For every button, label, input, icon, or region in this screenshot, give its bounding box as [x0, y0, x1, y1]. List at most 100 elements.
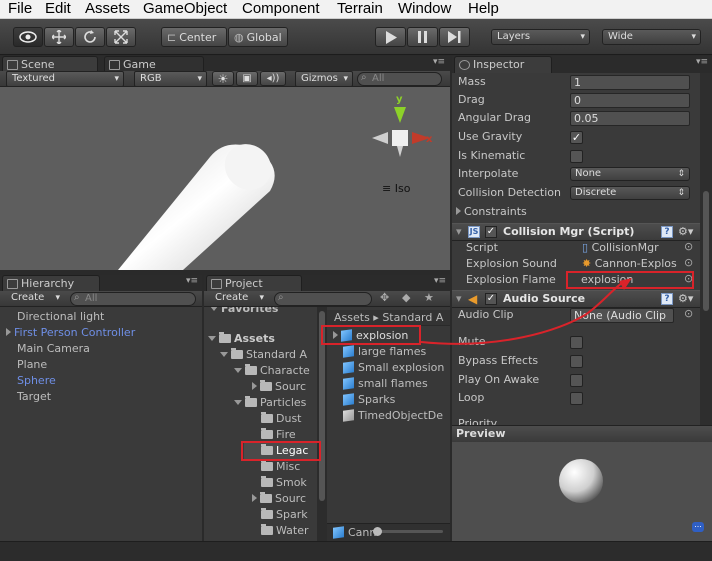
audio-clip-field[interactable]: None (Audio Clip	[570, 308, 674, 323]
tab-inspector[interactable]: Inspector	[454, 56, 552, 73]
object-picker-icon[interactable]: ⊙	[684, 240, 693, 253]
bypass-effects-checkbox[interactable]	[570, 355, 583, 368]
menu-window[interactable]: Window	[398, 0, 451, 18]
expand-arrow-icon[interactable]	[6, 328, 11, 336]
object-picker-icon[interactable]: ⊙	[684, 307, 693, 320]
tree-item[interactable]: Spark	[261, 507, 308, 523]
project-search-input[interactable]	[274, 292, 372, 306]
object-picker-icon[interactable]: ⊙	[684, 256, 693, 269]
layers-dropdown[interactable]: Layers	[491, 29, 590, 45]
step-button[interactable]	[439, 27, 470, 47]
menu-terrain[interactable]: Terrain	[337, 0, 383, 18]
tree-item[interactable]: Water	[261, 523, 309, 539]
pause-button[interactable]	[407, 27, 438, 47]
list-item[interactable]: Target	[17, 389, 51, 405]
inspector-menu-icon[interactable]: ▾≡	[696, 58, 708, 68]
constraints-foldout[interactable]: Constraints	[456, 203, 527, 221]
tab-inspector-label: Inspector	[473, 58, 525, 71]
tab-hierarchy[interactable]: Hierarchy	[2, 275, 100, 292]
list-item[interactable]: large flames	[343, 344, 426, 360]
tree-item[interactable]: Particles	[234, 395, 306, 411]
slider-knob[interactable]	[373, 527, 382, 536]
image-toggle[interactable]: ▣	[236, 71, 258, 86]
filter-type-icon[interactable]: ✥	[380, 291, 389, 304]
preview-area[interactable]: ...	[452, 442, 712, 541]
pivot-toggle-button[interactable]: ⊏ Center	[161, 27, 227, 47]
interpolate-dropdown[interactable]: None	[570, 167, 690, 181]
tree-item-favorites[interactable]: Favorites	[210, 307, 278, 317]
tree-item[interactable]: Sourc	[252, 491, 306, 507]
drag-field[interactable]: 0	[570, 93, 690, 108]
tree-item[interactable]: Standard A	[220, 347, 307, 363]
tree-item[interactable]: Dust	[261, 411, 302, 427]
play-on-awake-checkbox[interactable]	[570, 374, 583, 387]
audio-toggle[interactable]: ◂))	[260, 71, 286, 86]
list-item[interactable]: small flames	[343, 376, 428, 392]
icon-size-slider[interactable]	[373, 527, 443, 536]
list-item[interactable]: Plane	[17, 357, 47, 373]
space-toggle-button[interactable]: ◍ Global	[228, 27, 288, 47]
gear-icon[interactable]: ⚙▾	[678, 291, 693, 307]
scrollbar-thumb[interactable]	[703, 191, 709, 311]
angular-drag-field[interactable]: 0.05	[570, 111, 690, 126]
tree-item[interactable]: Smok	[261, 475, 307, 491]
mass-field[interactable]: 1	[570, 75, 690, 90]
hierarchy-create-dropdown[interactable]: Create	[6, 291, 64, 307]
list-item[interactable]: Sparks	[343, 392, 395, 408]
star-icon[interactable]: ★	[424, 291, 434, 304]
list-item[interactable]: Sphere	[17, 373, 56, 389]
scene-search-input[interactable]: All	[357, 72, 442, 86]
hierarchy-menu-icon[interactable]: ▾≡	[186, 277, 198, 287]
preview-header[interactable]: Preview	[452, 425, 712, 442]
collision-detection-dropdown[interactable]: Discrete	[570, 186, 690, 200]
hierarchy-control-bar: Create All	[0, 291, 202, 307]
chat-icon[interactable]: ...	[692, 521, 704, 532]
list-item[interactable]: TimedObjectDe	[343, 408, 443, 424]
play-button[interactable]	[375, 27, 406, 47]
menu-edit[interactable]: Edit	[45, 0, 71, 18]
orientation-gizmo-icon[interactable]	[370, 95, 432, 175]
tab-project[interactable]: Project	[206, 275, 302, 292]
move-tool-button[interactable]	[44, 27, 74, 47]
gizmos-dropdown[interactable]: Gizmos	[295, 71, 353, 87]
scale-tool-button[interactable]	[106, 27, 136, 47]
help-icon[interactable]: ?	[661, 226, 673, 238]
use-gravity-checkbox[interactable]: ✓	[570, 131, 583, 144]
render-mode-dropdown[interactable]: Textured	[6, 71, 124, 87]
menu-help[interactable]: Help	[468, 0, 499, 18]
component-enabled-checkbox[interactable]: ✓	[485, 226, 497, 238]
view-tool-button[interactable]	[13, 27, 43, 47]
list-item[interactable]: First Person Controller	[6, 325, 135, 341]
rotate-tool-button[interactable]	[75, 27, 105, 47]
is-kinematic-checkbox[interactable]	[570, 150, 583, 163]
lighting-toggle[interactable]: ☀	[212, 71, 234, 86]
loop-checkbox[interactable]	[570, 392, 583, 405]
project-menu-icon[interactable]: ▾≡	[434, 277, 446, 287]
hierarchy-search-input[interactable]: All	[70, 292, 196, 306]
tree-item-assets[interactable]: Assets	[208, 331, 275, 347]
panel-menu-icon[interactable]: ▾≡	[433, 58, 445, 68]
list-item[interactable]: Small explosion	[343, 360, 444, 376]
tree-item[interactable]: Characte	[234, 363, 310, 379]
menu-component[interactable]: Component	[242, 0, 320, 18]
mute-checkbox[interactable]	[570, 336, 583, 349]
breadcrumb-item[interactable]: Standard A	[382, 311, 443, 324]
tree-item[interactable]: Sourc	[252, 379, 306, 395]
menu-file[interactable]: File	[8, 0, 32, 18]
folder-icon	[219, 332, 231, 343]
channel-dropdown[interactable]: RGB	[134, 71, 207, 87]
inspector-scrollbar[interactable]	[700, 73, 712, 425]
layout-dropdown[interactable]: Wide	[602, 29, 701, 45]
project-create-dropdown[interactable]: Create	[210, 291, 268, 307]
menu-gameobject[interactable]: GameObject	[143, 0, 227, 18]
breadcrumb-item[interactable]: Assets	[327, 311, 370, 324]
menu-assets[interactable]: Assets	[85, 0, 130, 18]
scene-viewport[interactable]: y x ≡ Iso	[0, 87, 450, 270]
tree-item[interactable]: Misc	[261, 459, 300, 475]
list-item[interactable]: Main Camera	[17, 341, 90, 357]
tag-icon[interactable]: ◆	[402, 291, 410, 304]
list-item[interactable]: Directional light	[17, 309, 104, 325]
component-enabled-checkbox[interactable]: ✓	[485, 293, 497, 305]
gear-icon[interactable]: ⚙▾	[678, 224, 693, 240]
help-icon[interactable]: ?	[661, 293, 673, 305]
